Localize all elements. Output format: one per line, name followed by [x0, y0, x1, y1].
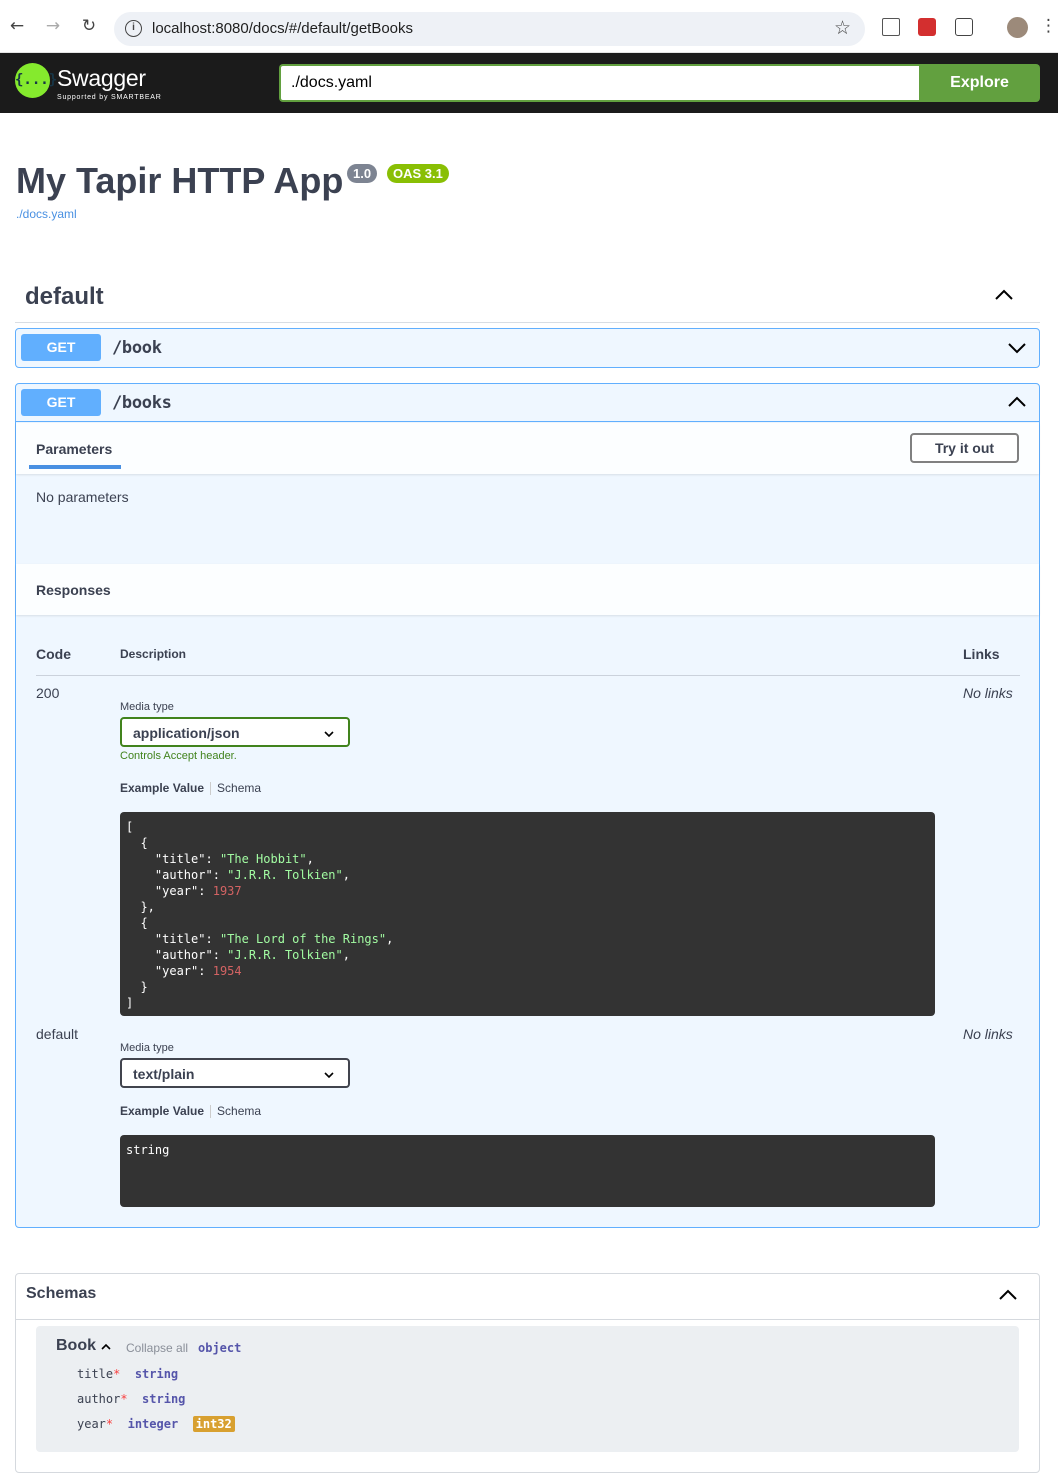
- address-bar[interactable]: i localhost:8080/docs/#/default/getBooks…: [114, 12, 865, 46]
- response-code: default: [36, 1026, 79, 1042]
- spec-link[interactable]: ./docs.yaml: [16, 207, 77, 221]
- response-code: 200: [36, 685, 60, 701]
- pdf-extension-icon[interactable]: [918, 18, 936, 36]
- tab-underline: [29, 465, 121, 469]
- opblock-get-books: GET /books Parameters Try it out No para…: [15, 383, 1040, 1228]
- col-header-code: Code: [36, 646, 71, 662]
- col-header-description: Description: [120, 647, 187, 661]
- menu-icon[interactable]: ⋮: [1040, 14, 1057, 38]
- url-text[interactable]: localhost:8080/docs/#/default/getBooks: [152, 20, 413, 37]
- model-name[interactable]: Book: [56, 1337, 96, 1355]
- example-string-block: string: [120, 1135, 935, 1207]
- tag-divider: [15, 322, 1040, 323]
- tab-schema[interactable]: Schema: [217, 781, 261, 795]
- schemas-title[interactable]: Schemas: [26, 1285, 96, 1303]
- avatar[interactable]: [1007, 17, 1028, 38]
- info-icon[interactable]: i: [125, 20, 142, 37]
- chevron-down-icon: [324, 1072, 334, 1079]
- media-type-value: text/plain: [133, 1066, 195, 1082]
- tab-schema[interactable]: Schema: [217, 1104, 261, 1118]
- opblock-summary[interactable]: GET /books: [16, 384, 1039, 422]
- property-name: year: [77, 1417, 106, 1431]
- media-type-select[interactable]: application/json: [120, 717, 350, 747]
- property-type: string: [142, 1392, 186, 1406]
- response-links: No links: [963, 1026, 1013, 1042]
- chevron-up-icon[interactable]: [101, 1342, 111, 1352]
- chevron-down-icon: [324, 731, 334, 738]
- tab-example-value[interactable]: Example Value: [120, 781, 204, 795]
- swagger-logo-subtitle: Supported by SMARTBEAR: [57, 94, 162, 101]
- back-arrow-icon[interactable]: ←: [5, 14, 29, 38]
- swagger-topbar: {...} Swagger Supported by SMARTBEAR ./d…: [0, 53, 1058, 113]
- model-type: object: [198, 1341, 242, 1355]
- collapse-all-link[interactable]: Collapse all: [126, 1341, 188, 1355]
- star-icon[interactable]: ☆: [834, 17, 851, 39]
- tab-example-value[interactable]: Example Value: [120, 1104, 204, 1118]
- schemas-divider: [16, 1319, 1039, 1320]
- property-type: string: [134, 1367, 179, 1381]
- method-badge: GET: [21, 334, 101, 361]
- swagger-logo-icon[interactable]: {...}: [15, 63, 57, 98]
- endpoint-path: /book: [112, 338, 162, 358]
- browser-toolbar: ← → ↻ i localhost:8080/docs/#/default/ge…: [0, 0, 1058, 53]
- response-links: No links: [963, 685, 1013, 701]
- example-schema-tabs: Example Value Schema: [120, 781, 261, 796]
- property-name: author: [77, 1392, 121, 1406]
- table-divider: [36, 675, 1020, 676]
- required-marker: *: [105, 1417, 114, 1431]
- schema-property: author* string: [77, 1392, 185, 1406]
- extension-icon[interactable]: [955, 18, 973, 36]
- chevron-down-icon[interactable]: [1006, 337, 1028, 359]
- chevron-up-icon[interactable]: [997, 1284, 1019, 1306]
- property-type: integer: [127, 1417, 179, 1431]
- schema-property: year* integer int32: [77, 1416, 235, 1432]
- format-badge: int32: [192, 1416, 235, 1432]
- required-marker: *: [120, 1392, 128, 1406]
- try-it-out-button[interactable]: Try it out: [910, 433, 1019, 463]
- tag-title[interactable]: default: [25, 283, 104, 311]
- qr-code-icon[interactable]: [882, 18, 900, 36]
- forward-arrow-icon[interactable]: →: [41, 14, 65, 38]
- explore-button[interactable]: Explore: [919, 64, 1040, 102]
- media-type-label: Media type: [120, 1042, 174, 1054]
- responses-title: Responses: [36, 582, 111, 598]
- endpoint-path: /books: [112, 393, 172, 413]
- model-box: Book Collapse all object title* string a…: [36, 1326, 1019, 1452]
- schema-property: title* string: [77, 1367, 178, 1381]
- example-json-block: [ { "title": "The Hobbit", "author": "J.…: [120, 812, 935, 1016]
- property-name: title: [77, 1367, 114, 1381]
- example-string: string: [126, 1143, 170, 1157]
- chevron-up-icon[interactable]: [993, 284, 1015, 306]
- reload-icon[interactable]: ↻: [77, 14, 101, 38]
- no-parameters-text: No parameters: [36, 489, 129, 505]
- responses-header: Responses: [16, 564, 1039, 615]
- controls-accept-note: Controls Accept header.: [120, 750, 237, 762]
- spec-url-input[interactable]: ./docs.yaml: [279, 64, 921, 102]
- method-badge: GET: [21, 389, 101, 416]
- col-header-links: Links: [963, 646, 1000, 662]
- media-type-value: application/json: [133, 725, 240, 741]
- media-type-select[interactable]: text/plain: [120, 1058, 350, 1088]
- example-schema-tabs: Example Value Schema: [120, 1104, 261, 1119]
- opblock-get-book[interactable]: GET /book: [15, 328, 1040, 368]
- swagger-logo-text[interactable]: Swagger: [57, 65, 146, 92]
- opblock-summary[interactable]: GET /book: [16, 329, 1039, 367]
- tab-parameters[interactable]: Parameters: [36, 441, 112, 457]
- media-type-label: Media type: [120, 701, 174, 713]
- version-badge: 1.0: [347, 164, 378, 183]
- page-title: My Tapir HTTP App: [16, 160, 344, 201]
- schemas-section: Schemas Book Collapse all object title* …: [15, 1273, 1040, 1473]
- oas-badge: OAS 3.1: [387, 164, 449, 183]
- required-marker: *: [113, 1367, 121, 1381]
- chevron-up-icon[interactable]: [1006, 391, 1028, 413]
- parameters-header: Parameters Try it out: [16, 423, 1039, 474]
